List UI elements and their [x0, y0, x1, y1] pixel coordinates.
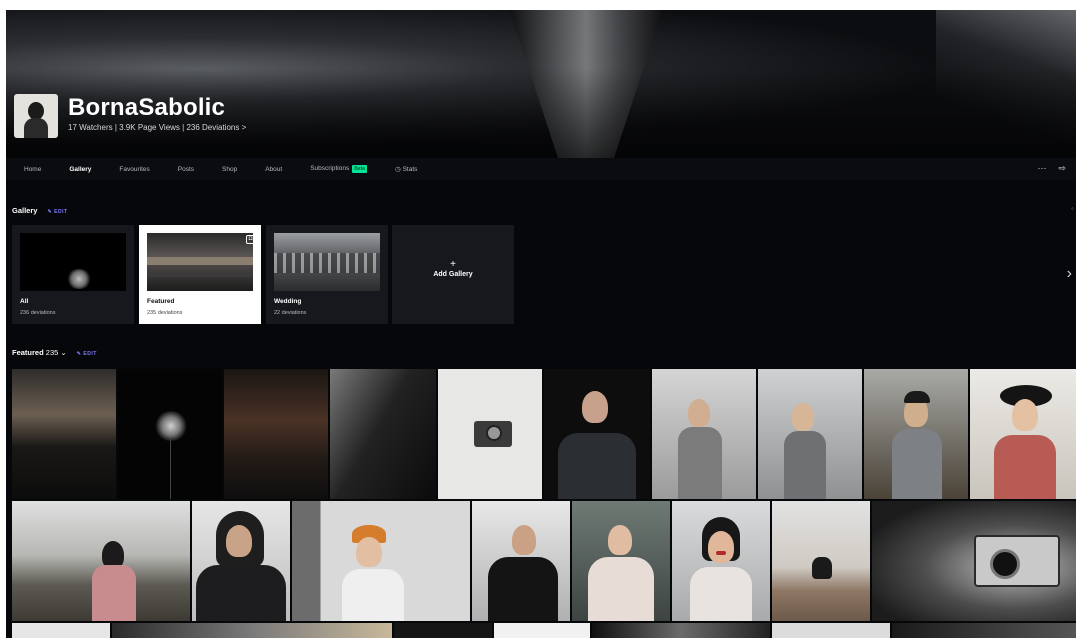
tab-home[interactable]: Home	[24, 166, 41, 173]
gallery-thumb	[274, 233, 380, 291]
deviation-thumb[interactable]	[12, 369, 116, 499]
deviation-thumb[interactable]	[112, 623, 392, 638]
tab-stats[interactable]: ◷ Stats	[395, 165, 417, 173]
deviation-thumb[interactable]	[652, 369, 756, 499]
username[interactable]: BornaSabolic	[68, 94, 225, 122]
camera-icon: ◘	[246, 235, 255, 244]
tab-subscriptions[interactable]: Subscriptions Beta	[310, 165, 368, 173]
deviation-thumb[interactable]	[544, 369, 650, 499]
deviation-thumb[interactable]	[772, 501, 870, 621]
stats-icon: ◷	[395, 166, 403, 173]
deviation-thumb[interactable]	[572, 501, 670, 621]
deviation-thumb[interactable]	[394, 623, 492, 638]
deviation-thumb[interactable]	[758, 369, 862, 499]
tab-posts[interactable]: Posts	[178, 166, 194, 173]
deviation-thumb[interactable]	[772, 623, 890, 638]
deviation-thumb[interactable]	[12, 501, 190, 621]
tab-gallery[interactable]: Gallery	[69, 166, 91, 173]
tab-shop[interactable]: Shop	[222, 166, 237, 173]
tab-about[interactable]: About	[265, 166, 282, 173]
gallery-card-featured[interactable]: ◘ Featured 235 deviations	[139, 225, 261, 324]
avatar[interactable]	[14, 94, 58, 138]
deviation-thumb[interactable]	[472, 501, 570, 621]
deviation-thumb[interactable]	[330, 369, 436, 499]
deviation-thumb[interactable]	[438, 369, 542, 499]
tab-favourites[interactable]: Favourites	[119, 166, 149, 173]
add-gallery-button[interactable]: + Add Gallery	[392, 225, 514, 324]
deviation-thumb[interactable]	[192, 501, 290, 621]
featured-edit-button[interactable]: ✎ EDIT	[77, 351, 97, 357]
chevron-right-icon[interactable]: ›	[1067, 265, 1072, 283]
gallery-card-all[interactable]: All 236 deviations	[12, 225, 134, 324]
featured-count: 235	[45, 348, 59, 357]
gallery-heading: Gallery ✎ EDIT	[12, 206, 68, 215]
gallery-edit-button[interactable]: ✎ EDIT	[48, 209, 68, 215]
chevron-down-icon[interactable]: ⌄	[60, 348, 66, 357]
deviation-thumb[interactable]	[872, 501, 1076, 621]
deviation-thumb[interactable]	[892, 623, 1076, 638]
profile-nav: Home Gallery Favourites Posts Shop About…	[6, 158, 1076, 180]
page-frame: BornaSabolic 17 Watchers | 3.9K Page Vie…	[6, 10, 1076, 638]
plus-icon: +	[450, 259, 456, 270]
deviation-thumb[interactable]	[970, 369, 1076, 499]
deviation-thumb[interactable]	[494, 623, 590, 638]
featured-heading[interactable]: Featured 235 ⌄ ✎ EDIT	[12, 348, 97, 357]
deviation-thumb[interactable]	[864, 369, 968, 499]
gallery-thumb	[147, 233, 253, 291]
circle-icon: ◦	[1071, 204, 1074, 213]
deviation-thumb[interactable]	[672, 501, 770, 621]
gallery-card-wedding[interactable]: Wedding 22 deviations	[266, 225, 388, 324]
gallery-thumb	[20, 233, 126, 291]
deviation-thumb[interactable]	[292, 501, 470, 621]
user-stats[interactable]: 17 Watchers | 3.9K Page Views | 236 Devi…	[68, 123, 246, 132]
more-icon[interactable]: ···	[1037, 163, 1046, 174]
share-icon[interactable]: ⇨	[1058, 163, 1066, 174]
deviation-thumb[interactable]	[118, 369, 222, 499]
deviation-thumb[interactable]	[12, 623, 110, 638]
deviation-thumb[interactable]	[592, 623, 770, 638]
beta-badge: Beta	[352, 165, 368, 173]
profile-banner	[6, 10, 1076, 158]
deviation-thumb[interactable]	[224, 369, 328, 499]
